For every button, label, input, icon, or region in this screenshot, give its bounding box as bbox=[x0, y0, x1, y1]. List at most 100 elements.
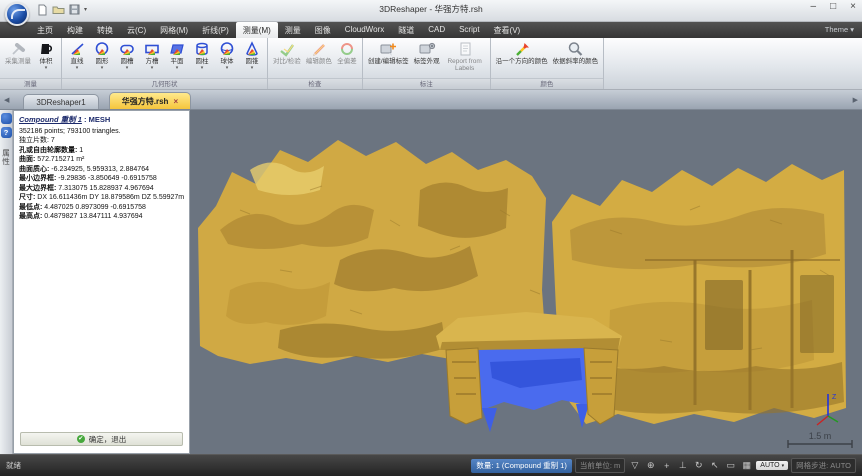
properties-tab[interactable]: 属性 bbox=[1, 149, 12, 166]
label-gear-icon bbox=[418, 40, 436, 58]
global-deviation-button[interactable]: 全偏差 bbox=[335, 40, 359, 65]
color-by-slope-button[interactable]: 依据斜率的颜色 bbox=[551, 40, 601, 65]
property-row: 孔或自由轮廓数量: 1 bbox=[19, 146, 184, 156]
menu-tab-view[interactable]: 查看(V) bbox=[487, 22, 528, 38]
chevron-down-icon[interactable]: ▾ bbox=[151, 66, 154, 71]
pick-icon[interactable]: ↖ bbox=[708, 459, 721, 472]
edit-colors-button[interactable]: 编辑颜色 bbox=[304, 40, 334, 65]
axis-z-label: Z bbox=[832, 394, 837, 401]
marquee-icon[interactable]: ▭ bbox=[724, 459, 737, 472]
chevron-down-icon: ▾ bbox=[782, 463, 785, 469]
cone-button[interactable]: 圆锥 ▾ bbox=[240, 40, 264, 71]
volume-pitcher-icon bbox=[37, 40, 55, 58]
chevron-down-icon[interactable]: ▾ bbox=[101, 66, 104, 71]
properties-panel: Compound 重制 1 : MESH 352186 points; 7931… bbox=[13, 110, 190, 454]
compare-check-icon bbox=[278, 40, 296, 58]
plane-icon bbox=[168, 40, 186, 58]
chevron-down-icon[interactable]: ▾ bbox=[251, 66, 254, 71]
green-check-icon: ✔ bbox=[77, 435, 85, 443]
viewport-3d[interactable]: Z 1.5 m bbox=[190, 110, 862, 454]
menu-tab-script[interactable]: Script bbox=[452, 22, 486, 38]
menu-tab-polyline[interactable]: 折线(P) bbox=[195, 22, 236, 38]
zoom-selection-icon[interactable]: ⊕ bbox=[644, 459, 657, 472]
menu-tab-cad[interactable]: CAD bbox=[421, 22, 452, 38]
rectangle-icon bbox=[143, 40, 161, 58]
menu-tab-cloudworx[interactable]: CloudWorx bbox=[338, 22, 391, 38]
color-along-direction-button[interactable]: 沿一个方向的颜色 bbox=[494, 40, 550, 65]
cone-icon bbox=[243, 40, 261, 58]
group-label-colors: 颜色 bbox=[491, 78, 604, 89]
mesh-model[interactable] bbox=[198, 140, 846, 432]
ribbon-group-inspection: 对比/检验 编辑颜色 全偏差 检查 bbox=[268, 38, 363, 89]
circle-button[interactable]: 圆形 ▾ bbox=[90, 40, 114, 71]
report-from-labels-button[interactable]: Report from Labels bbox=[443, 40, 487, 72]
ok-exit-button[interactable]: ✔ 确定，退出 bbox=[20, 432, 183, 446]
menu-tab-tunnel[interactable]: 隧道 bbox=[391, 22, 421, 38]
tab-close-icon[interactable]: × bbox=[173, 97, 178, 106]
chevron-down-icon[interactable]: ▾ bbox=[176, 66, 179, 71]
menu-tab-transform[interactable]: 转换 bbox=[90, 22, 120, 38]
line-button[interactable]: 直线 ▾ bbox=[65, 40, 89, 71]
reshaper-badge-icon[interactable] bbox=[1, 113, 12, 124]
group-label-inspection: 检查 bbox=[268, 78, 362, 89]
collect-measure-button[interactable]: 采集测量 bbox=[3, 40, 33, 65]
compare-inspect-button[interactable]: 对比/检验 bbox=[271, 40, 303, 65]
menu-tab-mesh[interactable]: 网格(M) bbox=[153, 22, 195, 38]
label-appearance-button[interactable]: 标签外观 bbox=[412, 40, 442, 65]
minimize-button[interactable]: – bbox=[811, 1, 817, 12]
doc-tab-3dreshaper1[interactable]: 3DReshaper1 bbox=[23, 94, 98, 109]
tab-scroll-left-icon[interactable]: ◀ bbox=[0, 96, 13, 109]
property-row: 曲面: 572.715271 m² bbox=[19, 155, 184, 165]
sphere-button[interactable]: 球体 ▾ bbox=[215, 40, 239, 71]
units-indicator[interactable]: 当前单位: m bbox=[575, 458, 625, 473]
plane-button[interactable]: 平面 ▾ bbox=[165, 40, 189, 71]
app-logo-icon[interactable] bbox=[5, 2, 29, 26]
slot-button[interactable]: 圆槽 ▾ bbox=[115, 40, 139, 71]
auto-dropdown[interactable]: AUTO ▾ bbox=[756, 461, 788, 470]
property-row: 独立片数: 7 bbox=[19, 136, 184, 146]
line-icon bbox=[68, 40, 86, 58]
scale-bar: 1.5 m bbox=[788, 431, 852, 448]
grid-icon[interactable]: ▦ bbox=[740, 459, 753, 472]
level-icon[interactable]: ⊥ bbox=[676, 459, 689, 472]
chevron-down-icon[interactable]: ▾ bbox=[126, 66, 129, 71]
rotate-icon[interactable]: ↻ bbox=[692, 459, 705, 472]
property-row: 最高点: 0.4879827 13.847111 4.937694 bbox=[19, 212, 184, 222]
scale-label: 1.5 m bbox=[809, 431, 832, 441]
magnifier-icon bbox=[566, 40, 584, 58]
ribbon-group-colors: 沿一个方向的颜色 依据斜率的颜色 颜色 bbox=[491, 38, 605, 89]
filter-icon[interactable]: ▽ bbox=[628, 459, 641, 472]
volume-button[interactable]: 体积 ▾ bbox=[34, 40, 58, 71]
rectangle-button[interactable]: 方槽 ▾ bbox=[140, 40, 164, 71]
status-ready: 就绪 bbox=[6, 460, 21, 471]
mesh-scene[interactable]: Z 1.5 m bbox=[190, 110, 862, 454]
chevron-down-icon[interactable]: ▾ bbox=[76, 66, 79, 71]
menu-tab-survey[interactable]: 测量 bbox=[278, 22, 308, 38]
tab-scroll-right-icon[interactable]: ▶ bbox=[849, 96, 862, 109]
document-tab-bar: ◀ 3DReshaper1 华强方特.rsh× ▶ bbox=[0, 90, 862, 110]
menu-tab-cloud[interactable]: 云(C) bbox=[120, 22, 153, 38]
menu-tab-measure-active[interactable]: 测量(M) bbox=[236, 22, 278, 38]
help-icon[interactable]: ? bbox=[1, 127, 12, 138]
menu-tab-construct[interactable]: 构建 bbox=[60, 22, 90, 38]
close-button[interactable]: × bbox=[850, 1, 856, 12]
menu-tab-image[interactable]: 图像 bbox=[308, 22, 338, 38]
color-pencil-icon bbox=[310, 40, 328, 58]
group-label-measure: 测量 bbox=[0, 78, 61, 89]
doc-tab-huaqiangfangte[interactable]: 华强方特.rsh× bbox=[109, 92, 191, 109]
chevron-down-icon[interactable]: ▾ bbox=[226, 66, 229, 71]
theme-dropdown[interactable]: Theme ▾ bbox=[817, 22, 862, 38]
chevron-down-icon[interactable]: ▾ bbox=[201, 66, 204, 71]
center-view-icon[interactable]: + bbox=[660, 459, 673, 472]
menu-tab-home[interactable]: 主页 bbox=[30, 22, 60, 38]
window-title: 3DReshaper - 华强方特.rsh bbox=[0, 3, 862, 15]
selection-badge: 数量: 1 (Compound 重制 1) bbox=[471, 459, 571, 473]
ribbon-group-labels: 创建/编辑标签 标签外观 Report from Labels 标注 bbox=[363, 38, 491, 89]
ribbon-group-measure: 采集测量 体积 ▾ 测量 bbox=[0, 38, 62, 89]
chevron-down-icon[interactable]: ▾ bbox=[45, 66, 48, 71]
create-edit-labels-button[interactable]: 创建/编辑标签 bbox=[366, 40, 411, 65]
maximize-button[interactable]: □ bbox=[830, 1, 836, 12]
cylinder-button[interactable]: 圆柱 ▾ bbox=[190, 40, 214, 71]
left-icon-strip: ? 属性 bbox=[0, 110, 13, 454]
sphere-icon bbox=[218, 40, 236, 58]
